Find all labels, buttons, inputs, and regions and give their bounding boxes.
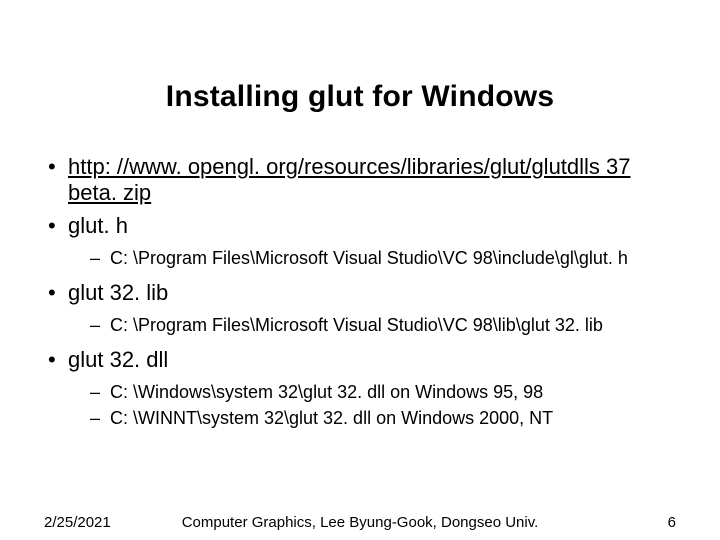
bullet-glut32-dll: glut 32. dll C: \Windows\system 32\glut …	[44, 347, 676, 430]
sub-list: C: \Windows\system 32\glut 32. dll on Wi…	[68, 381, 676, 430]
sub-item: C: \Windows\system 32\glut 32. dll on Wi…	[90, 381, 676, 404]
glut-download-link[interactable]: http: //www. opengl. org/resources/libra…	[68, 154, 631, 205]
bullet-label: glut 32. lib	[68, 280, 168, 305]
bullet-label: glut. h	[68, 213, 128, 238]
sub-item: C: \Program Files\Microsoft Visual Studi…	[90, 247, 676, 270]
slide: Installing glut for Windows http: //www.…	[0, 0, 720, 540]
bullet-list: http: //www. opengl. org/resources/libra…	[44, 154, 676, 430]
footer-center: Computer Graphics, Lee Byung-Gook, Dongs…	[0, 514, 720, 531]
bullet-glut32-lib: glut 32. lib C: \Program Files\Microsoft…	[44, 280, 676, 337]
bullet-label: glut 32. dll	[68, 347, 168, 372]
sub-list: C: \Program Files\Microsoft Visual Studi…	[68, 314, 676, 337]
sub-item: C: \WINNT\system 32\glut 32. dll on Wind…	[90, 407, 676, 430]
footer-page: 6	[668, 514, 676, 531]
sub-list: C: \Program Files\Microsoft Visual Studi…	[68, 247, 676, 270]
bullet-glut-h: glut. h C: \Program Files\Microsoft Visu…	[44, 213, 676, 270]
bullet-link: http: //www. opengl. org/resources/libra…	[44, 154, 676, 207]
sub-item: C: \Program Files\Microsoft Visual Studi…	[90, 314, 676, 337]
slide-title: Installing glut for Windows	[44, 80, 676, 114]
